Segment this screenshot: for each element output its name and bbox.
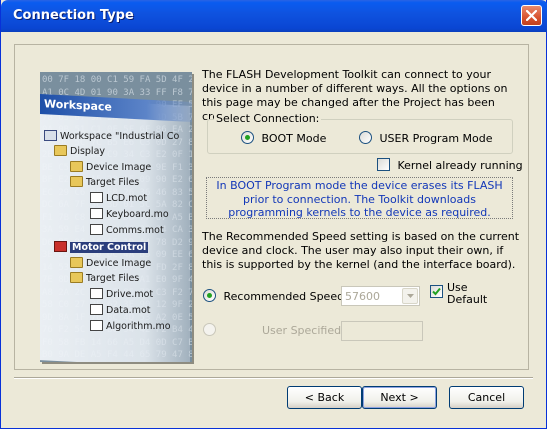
recommended-speed-description: The Recommended Speed setting is based o… — [202, 230, 520, 271]
file-icon — [90, 224, 103, 235]
tree-node: Data.mot — [90, 304, 151, 316]
workspace-icon — [44, 130, 57, 141]
tree-node: Target Files — [70, 176, 139, 188]
user-mode-radio[interactable]: USER Program Mode — [359, 131, 493, 145]
radio-selected-icon — [203, 289, 216, 302]
title-bar[interactable]: Connection Type — [1, 0, 547, 32]
next-button[interactable]: Next > — [362, 386, 437, 409]
boot-mode-info: In BOOT Program mode the device erases i… — [206, 177, 513, 219]
folder-icon — [70, 272, 83, 283]
user-specified-input[interactable] — [341, 321, 423, 341]
user-specified-label: User Specified: — [262, 324, 345, 337]
file-icon — [90, 304, 103, 315]
dropdown-button[interactable] — [402, 288, 418, 304]
select-connection-legend: Select Connection: — [214, 112, 322, 125]
file-icon — [90, 192, 103, 203]
kernel-running-label: Kernel already running — [397, 159, 523, 172]
back-button[interactable]: < Back — [287, 386, 362, 409]
connection-type-dialog: Connection Type 00 7F 18 00 C1 59 FA 5D … — [0, 0, 547, 429]
button-separator — [14, 377, 533, 379]
tree-node: Workspace "Industrial Co — [44, 130, 179, 142]
close-icon — [526, 10, 537, 21]
tree-node: Drive.mot — [90, 288, 153, 300]
select-connection-group: Select Connection: BOOT Mode USER Progra… — [207, 112, 513, 154]
user-mode-label: USER Program Mode — [379, 132, 493, 145]
recommended-speeds-radio[interactable]: Recommended Speeds: — [203, 289, 354, 303]
radio-selected-icon — [241, 131, 254, 144]
tree-node: Display — [54, 145, 105, 157]
tree-node: Device Image — [70, 161, 151, 173]
window-title: Connection Type — [13, 8, 134, 23]
workspace-label: Workspace — [44, 97, 112, 114]
tree-node: Algorithm.mo — [90, 320, 171, 332]
tree-node: Motor Control — [54, 241, 149, 253]
boot-mode-radio[interactable]: BOOT Mode — [241, 131, 326, 145]
file-icon — [90, 288, 103, 299]
kernel-running-checkbox[interactable]: Kernel already running — [377, 158, 523, 172]
speed-value: 57600 — [345, 290, 380, 303]
checkbox-unchecked-icon — [377, 158, 390, 171]
dialog-body: 00 7F 18 00 C1 59 FA 5D 4F 2F A1 0C 4D 0… — [4, 32, 544, 426]
use-default-checkbox[interactable] — [430, 285, 443, 299]
user-specified-radio[interactable] — [203, 323, 216, 337]
tree-node: Comms.mot — [90, 224, 164, 236]
checkbox-checked-icon — [430, 285, 443, 298]
speed-combobox[interactable]: 57600 — [341, 286, 420, 306]
file-icon — [90, 208, 103, 219]
workspace-illustration: 00 7F 18 00 C1 59 FA 5D 4F 2F A1 0C 4D 0… — [40, 72, 192, 362]
tree-node: Device Image — [70, 257, 151, 269]
radio-disabled-icon — [203, 323, 216, 336]
boot-mode-label: BOOT Mode — [261, 132, 327, 145]
folder-icon — [54, 145, 67, 156]
cancel-button[interactable]: Cancel — [449, 386, 524, 409]
radio-unselected-icon — [359, 131, 372, 144]
chevron-down-icon — [406, 294, 414, 298]
file-icon — [90, 320, 103, 331]
tree-node: LCD.mot — [90, 192, 147, 204]
close-button[interactable] — [521, 5, 542, 26]
project-icon — [54, 241, 67, 252]
tree-node: Keyboard.mo — [90, 208, 169, 220]
folder-icon — [70, 161, 83, 172]
folder-icon — [70, 176, 83, 187]
recommended-speeds-label: Recommended Speeds: — [223, 290, 354, 303]
folder-icon — [70, 257, 83, 268]
use-default-label: Use Default — [447, 281, 488, 306]
tree-node: Target Files — [70, 272, 139, 284]
